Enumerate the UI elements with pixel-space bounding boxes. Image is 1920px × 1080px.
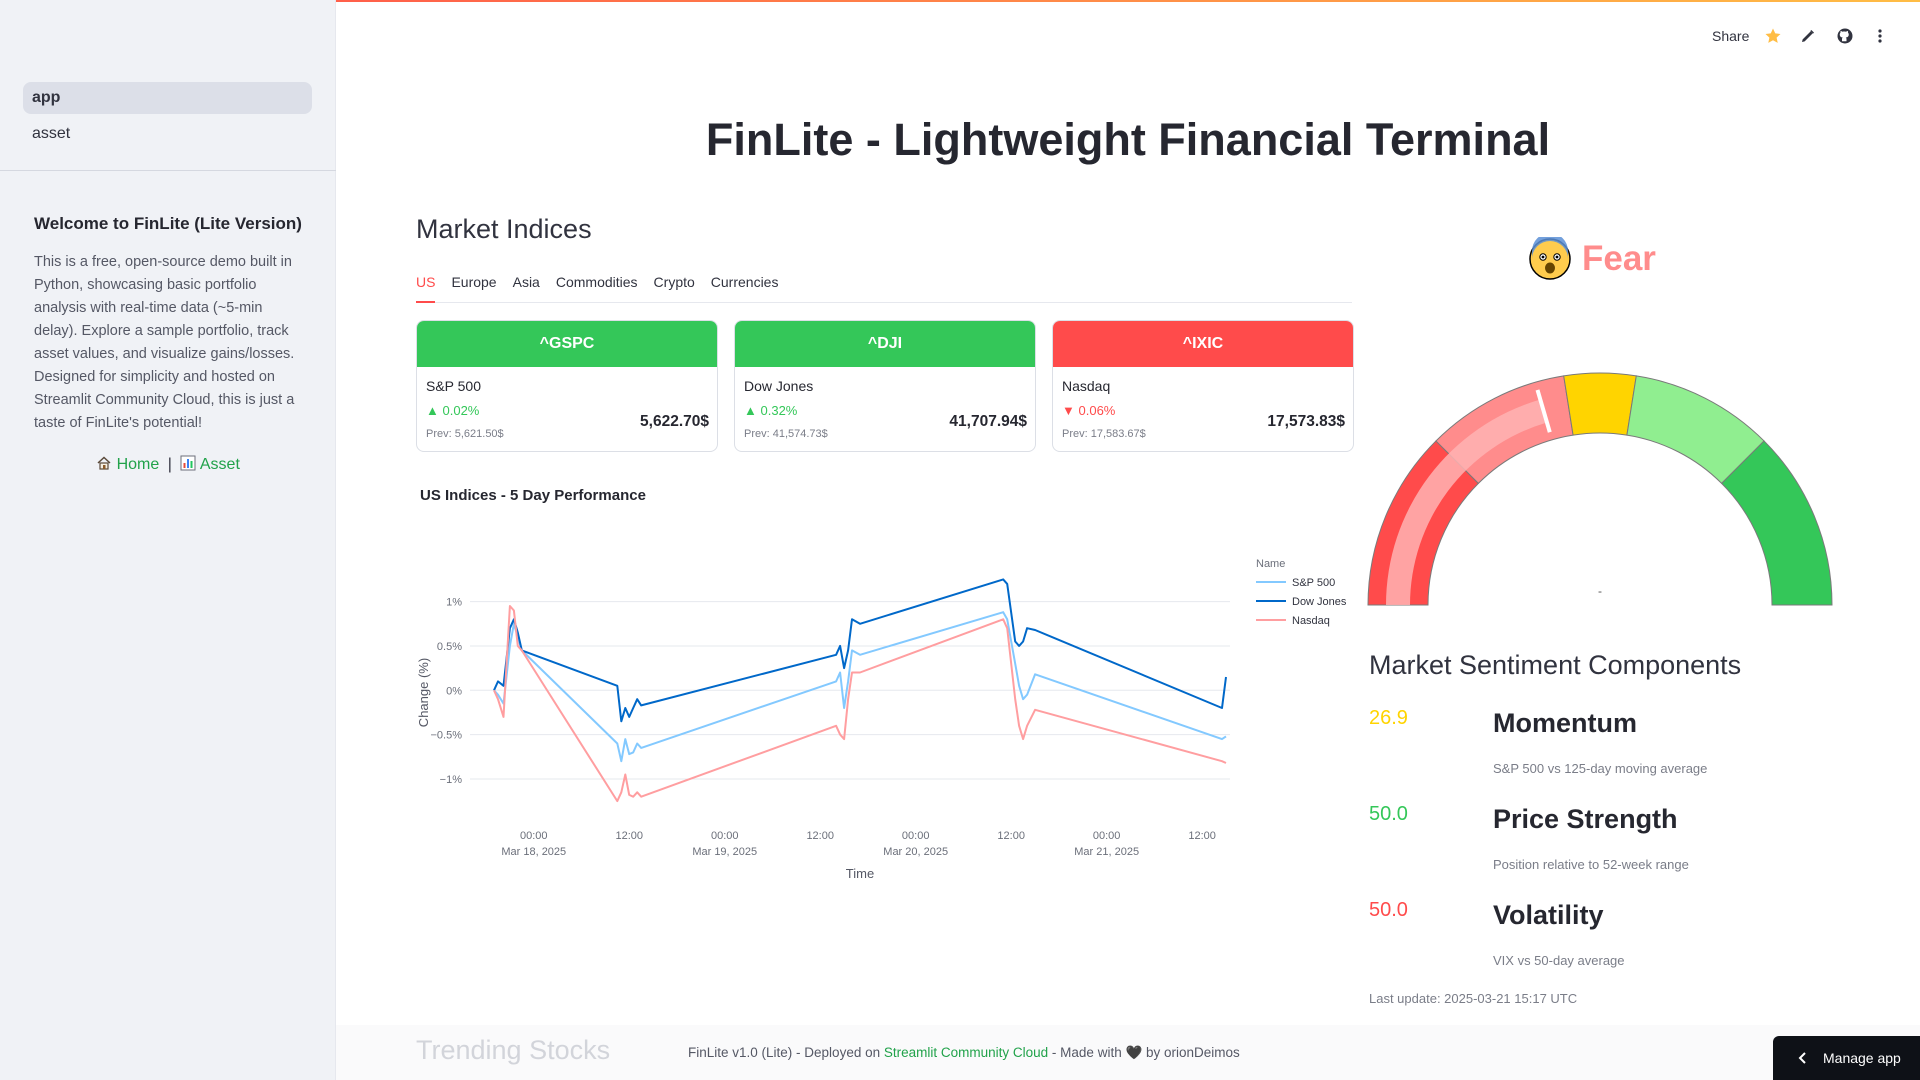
sidebar: app asset Welcome to FinLite (Lite Versi… — [0, 0, 336, 1080]
market-indices-title: Market Indices — [416, 214, 592, 244]
trending-stocks-title: Trending Stocks — [416, 1035, 611, 1065]
card-prev: Prev: 5,621.50$ — [426, 428, 504, 440]
series-line-s-p-500[interactable] — [493, 611, 1227, 763]
y-tick-label: 0% — [446, 685, 462, 697]
components-title: Market Sentiment Components — [1369, 650, 1742, 680]
last-update: Last update: 2025-03-21 15:17 UTC — [1369, 991, 1578, 1006]
chevron-left-icon — [1798, 1052, 1806, 1064]
index-card-dji: ^DJI Dow Jones ▲ 0.32% Prev: 41,574.73$ … — [734, 320, 1036, 452]
heart-icon: 🖤 — [1125, 1045, 1143, 1060]
series-line-nasdaq[interactable] — [493, 605, 1227, 803]
y-tick-label: −1% — [440, 774, 463, 786]
card-name: Dow Jones — [744, 378, 814, 394]
indices-tabs: US Europe Asia Commodities Crypto Curren… — [416, 270, 1352, 303]
card-change: ▼ 0.06% — [1062, 403, 1116, 418]
x-tick-label: 00:00 — [711, 830, 739, 842]
fear-greed-gauge: - — [1367, 372, 1833, 606]
tab-europe[interactable]: Europe — [451, 270, 496, 302]
footer-text: FinLite v1.0 (Lite) - Deployed on Stream… — [688, 1045, 1240, 1060]
sentiment-header: Fear — [1528, 237, 1656, 281]
tab-us[interactable]: US — [416, 270, 436, 303]
down-arrow-icon: ▼ — [1062, 403, 1075, 418]
momentum-value: 26.9 — [1369, 707, 1408, 729]
legend-item[interactable]: Dow Jones — [1292, 596, 1347, 608]
welcome-text: This is a free, open-source demo built i… — [34, 254, 295, 431]
links-separator: | — [167, 456, 172, 473]
card-prev: Prev: 17,583.67$ — [1062, 428, 1146, 440]
x-tick-label: 12:00 — [1188, 830, 1216, 842]
legend-item[interactable]: Nasdaq — [1292, 615, 1330, 627]
star-icon[interactable] — [1764, 26, 1782, 46]
sidebar-links: Home | Asset — [0, 455, 336, 474]
sidebar-divider — [0, 170, 336, 171]
sidebar-item-asset[interactable]: asset — [23, 118, 312, 150]
welcome-title: Welcome to FinLite (Lite Version) — [34, 214, 302, 233]
y-axis-title: Change (%) — [416, 658, 431, 727]
card-prev: Prev: 41,574.73$ — [744, 428, 828, 440]
up-arrow-icon: ▲ — [744, 403, 757, 418]
x-tick-label: 12:00 — [997, 830, 1025, 842]
series-line-dow-jones[interactable] — [493, 578, 1227, 723]
tab-currencies[interactable]: Currencies — [711, 270, 779, 302]
x-tick-label: 12:00 — [615, 830, 643, 842]
x-date-label: Mar 20, 2025 — [883, 846, 948, 858]
momentum-desc: S&P 500 vs 125-day moving average — [1493, 761, 1708, 776]
gauge-band — [1563, 372, 1637, 436]
card-price: 41,707.94$ — [949, 413, 1027, 430]
card-name: Nasdaq — [1062, 378, 1111, 394]
home-link[interactable]: Home — [117, 456, 160, 473]
x-date-label: Mar 18, 2025 — [501, 846, 566, 858]
legend-item[interactable]: S&P 500 — [1292, 577, 1335, 589]
volatility-name: Volatility — [1493, 900, 1604, 930]
sidebar-item-app[interactable]: app — [23, 82, 312, 114]
y-tick-label: 1% — [446, 597, 462, 609]
up-arrow-icon: ▲ — [426, 403, 439, 418]
streamlit-link[interactable]: Streamlit Community Cloud — [884, 1045, 1048, 1060]
tab-asia[interactable]: Asia — [513, 270, 540, 302]
x-tick-label: 00:00 — [1093, 830, 1121, 842]
y-tick-label: −0.5% — [431, 730, 463, 742]
house-icon — [96, 456, 116, 473]
bar-chart-icon — [180, 455, 200, 473]
price-strength-value: 50.0 — [1369, 803, 1408, 825]
x-date-label: Mar 19, 2025 — [692, 846, 757, 858]
asset-link[interactable]: Asset — [200, 456, 240, 473]
volatility-value: 50.0 — [1369, 899, 1408, 921]
tab-crypto[interactable]: Crypto — [654, 270, 695, 302]
x-tick-label: 00:00 — [520, 830, 548, 842]
share-button[interactable]: Share — [1712, 26, 1749, 46]
sentiment-label: Fear — [1582, 239, 1656, 278]
gauge-center-marker: - — [1598, 584, 1602, 598]
manage-app-button[interactable]: Manage app — [1773, 1036, 1920, 1080]
card-symbol: ^GSPC — [417, 321, 717, 367]
x-tick-label: 12:00 — [806, 830, 834, 842]
volatility-desc: VIX vs 50-day average — [1493, 953, 1625, 968]
fearful-face-icon — [1529, 237, 1571, 280]
index-card-ixic: ^IXIC Nasdaq ▼ 0.06% Prev: 17,583.67$ 17… — [1052, 320, 1354, 452]
performance-line-chart[interactable]: 1% 0.5% 0% −0.5% −1% 00:00 Mar 18, 2025 12:00 00… — [410, 545, 1360, 895]
chart-title: US Indices - 5 Day Performance — [420, 487, 646, 504]
card-price: 17,573.83$ — [1267, 413, 1345, 430]
x-axis-title: Time — [846, 866, 874, 881]
sidebar-nav: app asset — [23, 82, 312, 154]
card-symbol: ^DJI — [735, 321, 1035, 367]
legend-title: Name — [1256, 558, 1285, 570]
page-title: FinLite - Lightweight Financial Terminal — [705, 114, 1551, 165]
y-tick-label: 0.5% — [437, 641, 462, 653]
card-price: 5,622.70$ — [640, 413, 709, 430]
card-change: ▲ 0.02% — [426, 403, 480, 418]
x-date-label: Mar 21, 2025 — [1074, 846, 1139, 858]
card-change: ▲ 0.32% — [744, 403, 798, 418]
github-icon[interactable] — [1836, 26, 1854, 46]
momentum-name: Momentum — [1493, 708, 1637, 738]
more-vertical-icon[interactable] — [1872, 26, 1888, 46]
price-strength-desc: Position relative to 52-week range — [1493, 857, 1689, 872]
price-strength-name: Price Strength — [1493, 804, 1678, 834]
card-name: S&P 500 — [426, 378, 482, 394]
tab-commodities[interactable]: Commodities — [556, 270, 638, 302]
card-symbol: ^IXIC — [1053, 321, 1353, 367]
index-card-gspc: ^GSPC S&P 500 ▲ 0.02% Prev: 5,621.50$ 5,… — [416, 320, 718, 452]
pencil-icon[interactable] — [1800, 26, 1816, 46]
x-tick-label: 00:00 — [902, 830, 930, 842]
